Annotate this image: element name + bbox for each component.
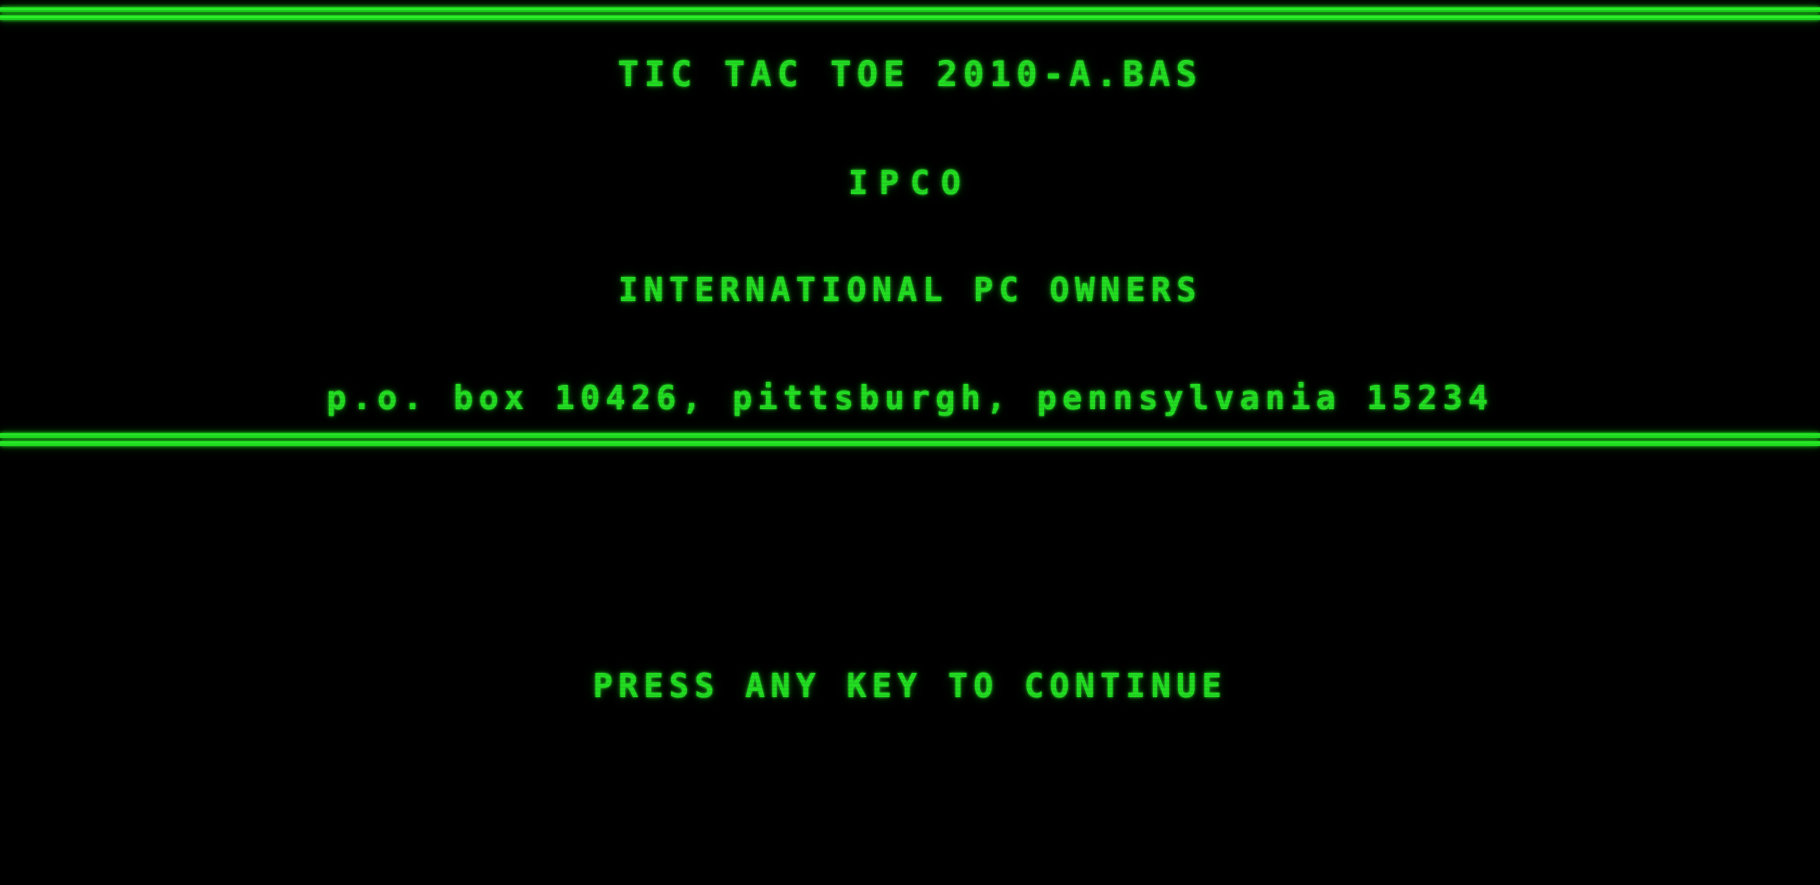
terminal-screen[interactable]: TIC TAC TOE 2010-A.BAS IPCO INTERNATIONA… [0, 0, 1820, 885]
bottom-divider-line-2 [0, 441, 1820, 446]
program-title: TIC TAC TOE 2010-A.BAS [617, 55, 1203, 95]
press-any-key-prompt[interactable]: PRESS ANY KEY TO CONTINUE [0, 665, 1820, 707]
organization-name: INTERNATIONAL PC OWNERS [618, 270, 1202, 309]
top-divider-line-1 [0, 7, 1820, 12]
bottom-divider-line-1 [0, 433, 1820, 438]
top-divider-line-2 [0, 15, 1820, 20]
organization-acronym: IPCO [848, 163, 972, 202]
organization-address: p.o. box 10426, pittsburgh, pennsylvania… [326, 378, 1494, 417]
bottom-divider-rule [0, 433, 1820, 446]
top-divider-rule [0, 7, 1820, 20]
